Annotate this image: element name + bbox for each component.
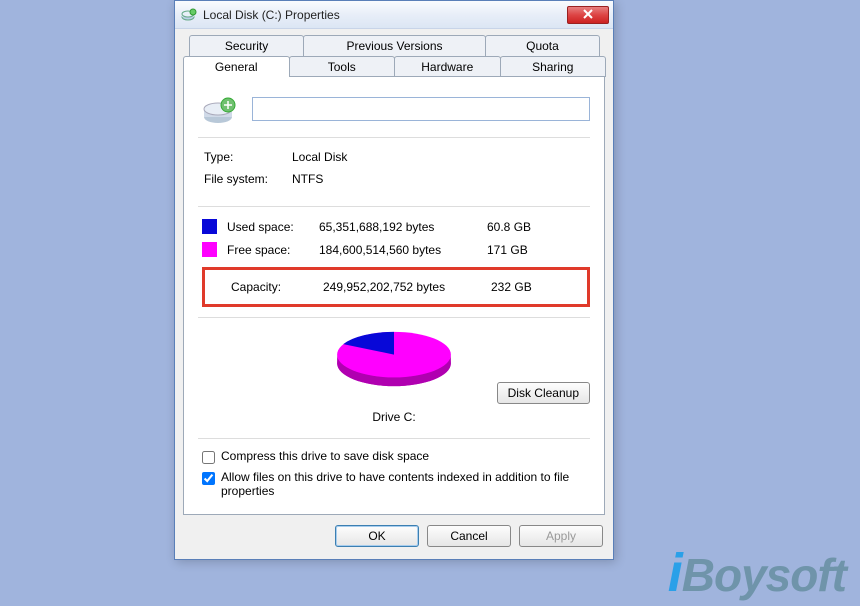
volume-label-input[interactable] [252,97,590,121]
used-hr: 60.8 GB [487,220,547,234]
pie-chart [319,324,469,404]
tab-hardware[interactable]: Hardware [394,56,501,77]
close-button[interactable] [567,6,609,24]
index-checkbox[interactable] [202,472,215,485]
tab-general[interactable]: General [183,56,290,77]
tab-quota[interactable]: Quota [485,35,600,56]
index-label: Allow files on this drive to have conten… [221,470,590,498]
used-swatch [202,219,217,234]
capacity-hr: 232 GB [491,280,551,294]
capacity-label: Capacity: [231,280,323,294]
free-label: Free space: [227,243,319,257]
filesystem-value: NTFS [292,172,323,186]
type-label: Type: [204,150,292,164]
free-hr: 171 GB [487,243,547,257]
ok-button[interactable]: OK [335,525,419,547]
general-panel: Type: Local Disk File system: NTFS Used … [183,76,605,515]
tab-area: Security Previous Versions Quota General… [175,29,613,515]
dialog-button-bar: OK Cancel Apply [175,515,613,559]
pie-area: Drive C: Disk Cleanup [198,318,590,430]
filesystem-label: File system: [204,172,292,186]
compress-checkbox[interactable] [202,451,215,464]
tab-security[interactable]: Security [189,35,304,56]
disk-cleanup-button[interactable]: Disk Cleanup [497,382,590,404]
properties-dialog: Local Disk (C:) Properties Security Prev… [174,0,614,560]
capacity-bytes: 249,952,202,752 bytes [323,280,491,294]
used-bytes: 65,351,688,192 bytes [319,220,487,234]
free-bytes: 184,600,514,560 bytes [319,243,487,257]
titlebar[interactable]: Local Disk (C:) Properties [175,1,613,29]
tab-sharing[interactable]: Sharing [500,56,607,77]
apply-button[interactable]: Apply [519,525,603,547]
tab-tools[interactable]: Tools [289,56,396,77]
drive-icon [202,93,238,125]
drive-caption: Drive C: [198,410,590,424]
type-value: Local Disk [292,150,347,164]
free-swatch [202,242,217,257]
drive-small-icon [181,7,197,23]
used-label: Used space: [227,220,319,234]
tab-previous-versions[interactable]: Previous Versions [303,35,486,56]
capacity-highlight: Capacity: 249,952,202,752 bytes 232 GB [202,267,590,307]
window-title: Local Disk (C:) Properties [203,8,567,22]
cancel-button[interactable]: Cancel [427,525,511,547]
compress-label: Compress this drive to save disk space [221,449,590,463]
watermark: iBoysoft [668,542,846,604]
